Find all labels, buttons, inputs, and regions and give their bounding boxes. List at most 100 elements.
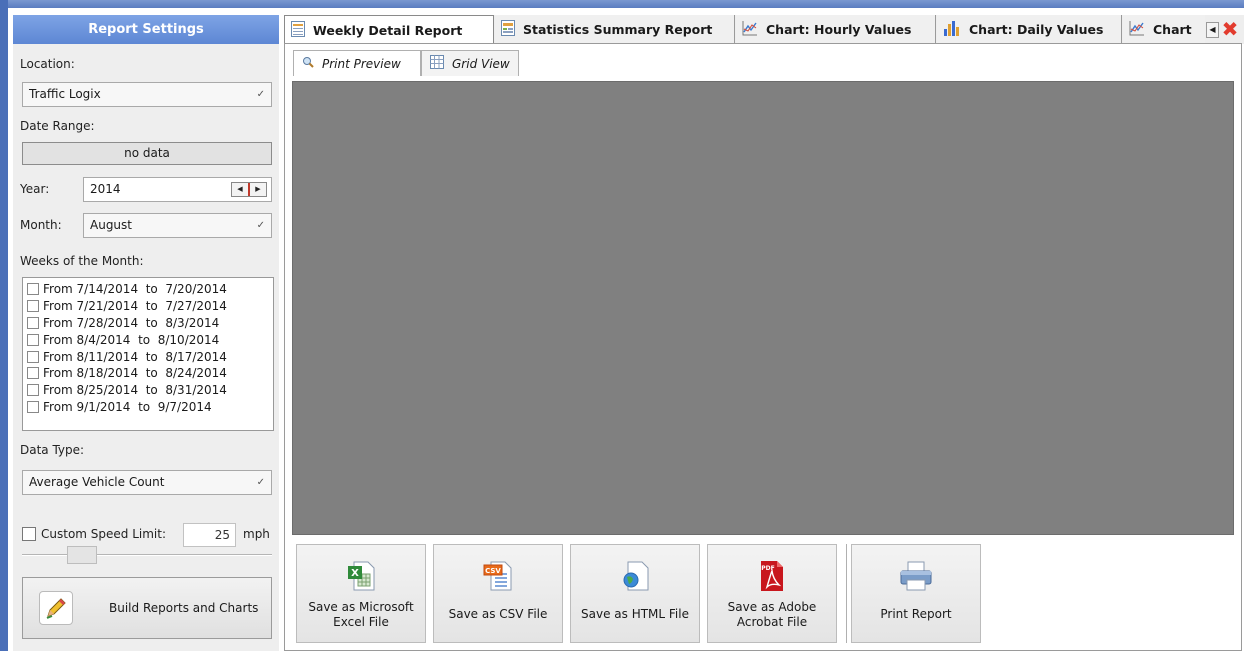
week-label: From 8/25/2014 to 8/31/2014 — [43, 383, 227, 398]
list-item[interactable]: From 7/14/2014 to 7/20/2014 — [27, 281, 273, 298]
tab-chart-hourly-values[interactable]: Chart: Hourly Values — [736, 15, 936, 44]
tab-label: Statistics Summary Report — [523, 22, 713, 37]
window-top-border — [0, 0, 1244, 8]
week-checkbox[interactable] — [27, 283, 39, 296]
grid-icon — [430, 55, 444, 72]
tab-statistics-summary-report[interactable]: Statistics Summary Report — [495, 15, 735, 44]
speed-limit-field[interactable]: 25 — [183, 523, 236, 547]
print-report-label: Print Report — [880, 607, 952, 621]
week-checkbox[interactable] — [27, 300, 39, 313]
weeks-list: From 7/14/2014 to 7/20/2014 From 7/21/20… — [22, 277, 274, 431]
year-value: 2014 — [90, 182, 121, 196]
week-label: From 8/4/2014 to 8/10/2014 — [43, 332, 220, 347]
save-excel-label: Save as Microsoft Excel File — [308, 599, 414, 629]
window-left-border — [0, 0, 8, 651]
custom-speed-checkbox[interactable] — [22, 527, 36, 541]
list-item[interactable]: From 8/4/2014 to 8/10/2014 — [27, 331, 273, 348]
week-label: From 7/14/2014 to 7/20/2014 — [43, 282, 227, 297]
subtab-label: Print Preview — [322, 56, 401, 71]
subtab-grid-view[interactable]: Grid View — [421, 50, 519, 76]
svg-text:CSV: CSV — [485, 567, 501, 575]
save-pdf-label: Save as Adobe Acrobat File — [727, 599, 817, 629]
svg-text:X: X — [351, 568, 359, 579]
week-label: From 7/21/2014 to 7/27/2014 — [43, 299, 227, 314]
month-label: Month: — [20, 218, 62, 232]
week-label: From 7/28/2014 to 8/3/2014 — [43, 315, 220, 330]
month-value: August — [90, 218, 132, 232]
chevron-down-icon: ✓ — [256, 220, 265, 231]
week-checkbox[interactable] — [27, 384, 39, 397]
table-icon — [291, 20, 305, 40]
week-checkbox[interactable] — [27, 367, 39, 380]
data-type-select[interactable]: Average Vehicle Count ✓ — [22, 470, 272, 495]
list-item[interactable]: From 7/28/2014 to 8/3/2014 — [27, 315, 273, 332]
printer-icon — [899, 559, 933, 593]
chevron-down-icon: ✓ — [256, 89, 265, 100]
week-checkbox[interactable] — [27, 316, 39, 329]
location-select[interactable]: Traffic Logix ✓ — [22, 82, 272, 107]
save-csv-button[interactable]: CSV Save as CSV File — [433, 544, 563, 643]
week-checkbox[interactable] — [27, 350, 39, 363]
pencil-icon — [39, 591, 73, 625]
subtab-print-preview[interactable]: Print Preview — [293, 50, 421, 76]
tab-label: Chart: Daily Values — [969, 22, 1104, 37]
chevron-down-icon: ✓ — [256, 477, 265, 488]
list-item[interactable]: From 9/1/2014 to 9/7/2014 — [27, 399, 273, 416]
week-checkbox[interactable] — [27, 333, 39, 346]
settings-header: Report Settings — [13, 15, 279, 44]
year-field[interactable]: 2014 ◀ ▶ — [83, 177, 272, 202]
increment-icon[interactable]: ▶ — [250, 183, 266, 196]
build-button-label: Build Reports and Charts — [109, 601, 259, 615]
toolbar-divider — [846, 544, 847, 643]
pdf-file-icon: PDF — [757, 559, 787, 593]
custom-speed-label: Custom Speed Limit: — [41, 527, 167, 541]
print-preview-canvas — [292, 81, 1234, 535]
location-value: Traffic Logix — [29, 87, 101, 101]
magnifier-icon — [302, 56, 314, 71]
data-type-value: Average Vehicle Count — [29, 475, 165, 489]
speed-unit-label: mph — [243, 527, 270, 541]
csv-file-icon: CSV — [483, 559, 513, 593]
decrement-icon[interactable]: ◀ — [232, 183, 248, 196]
tab-chart[interactable]: Chart — [1123, 15, 1205, 44]
save-pdf-button[interactable]: PDF Save as Adobe Acrobat File — [707, 544, 837, 643]
location-label: Location: — [20, 57, 75, 71]
weeks-label: Weeks of the Month: — [20, 254, 144, 268]
tab-label: Chart — [1153, 22, 1192, 37]
tab-weekly-detail-report[interactable]: Weekly Detail Report — [284, 15, 494, 44]
line-chart-icon — [1129, 20, 1145, 39]
tab-scroll-left-icon[interactable]: ◀ — [1206, 22, 1219, 38]
subtab-label: Grid View — [452, 56, 510, 71]
excel-file-icon: X — [346, 559, 376, 593]
week-label: From 9/1/2014 to 9/7/2014 — [43, 399, 212, 414]
date-range-display: no data — [22, 142, 272, 165]
build-reports-button[interactable]: Build Reports and Charts — [22, 577, 272, 639]
month-select[interactable]: August ✓ — [83, 213, 272, 238]
list-item[interactable]: From 8/18/2014 to 8/24/2014 — [27, 365, 273, 382]
html-file-icon — [620, 559, 650, 593]
year-spinner[interactable]: ◀ ▶ — [231, 182, 267, 197]
list-item[interactable]: From 8/11/2014 to 8/17/2014 — [27, 348, 273, 365]
save-html-button[interactable]: Save as HTML File — [570, 544, 700, 643]
report-settings-panel: Report Settings Location: Traffic Logix … — [13, 15, 279, 651]
tab-chart-daily-values[interactable]: Chart: Daily Values — [937, 15, 1122, 44]
tab-label: Chart: Hourly Values — [766, 22, 912, 37]
list-item[interactable]: From 8/25/2014 to 8/31/2014 — [27, 382, 273, 399]
date-range-label: Date Range: — [20, 119, 95, 133]
summary-icon — [501, 20, 515, 39]
svg-text:PDF: PDF — [761, 565, 774, 572]
bar-chart-icon — [943, 20, 961, 39]
save-excel-button[interactable]: X Save as Microsoft Excel File — [296, 544, 426, 643]
close-icon[interactable]: ✖ — [1221, 18, 1239, 40]
line-chart-icon — [742, 20, 758, 39]
print-report-button[interactable]: Print Report — [851, 544, 981, 643]
export-toolbar: X Save as Microsoft Excel File CSV Save … — [292, 540, 1234, 646]
week-checkbox[interactable] — [27, 400, 39, 413]
list-item[interactable]: From 7/21/2014 to 7/27/2014 — [27, 298, 273, 315]
week-label: From 8/11/2014 to 8/17/2014 — [43, 349, 227, 364]
speed-slider-track[interactable] — [22, 554, 272, 556]
speed-slider-thumb[interactable] — [67, 546, 97, 564]
year-label: Year: — [20, 182, 50, 196]
tab-label: Weekly Detail Report — [313, 22, 463, 38]
data-type-label: Data Type: — [20, 443, 85, 457]
